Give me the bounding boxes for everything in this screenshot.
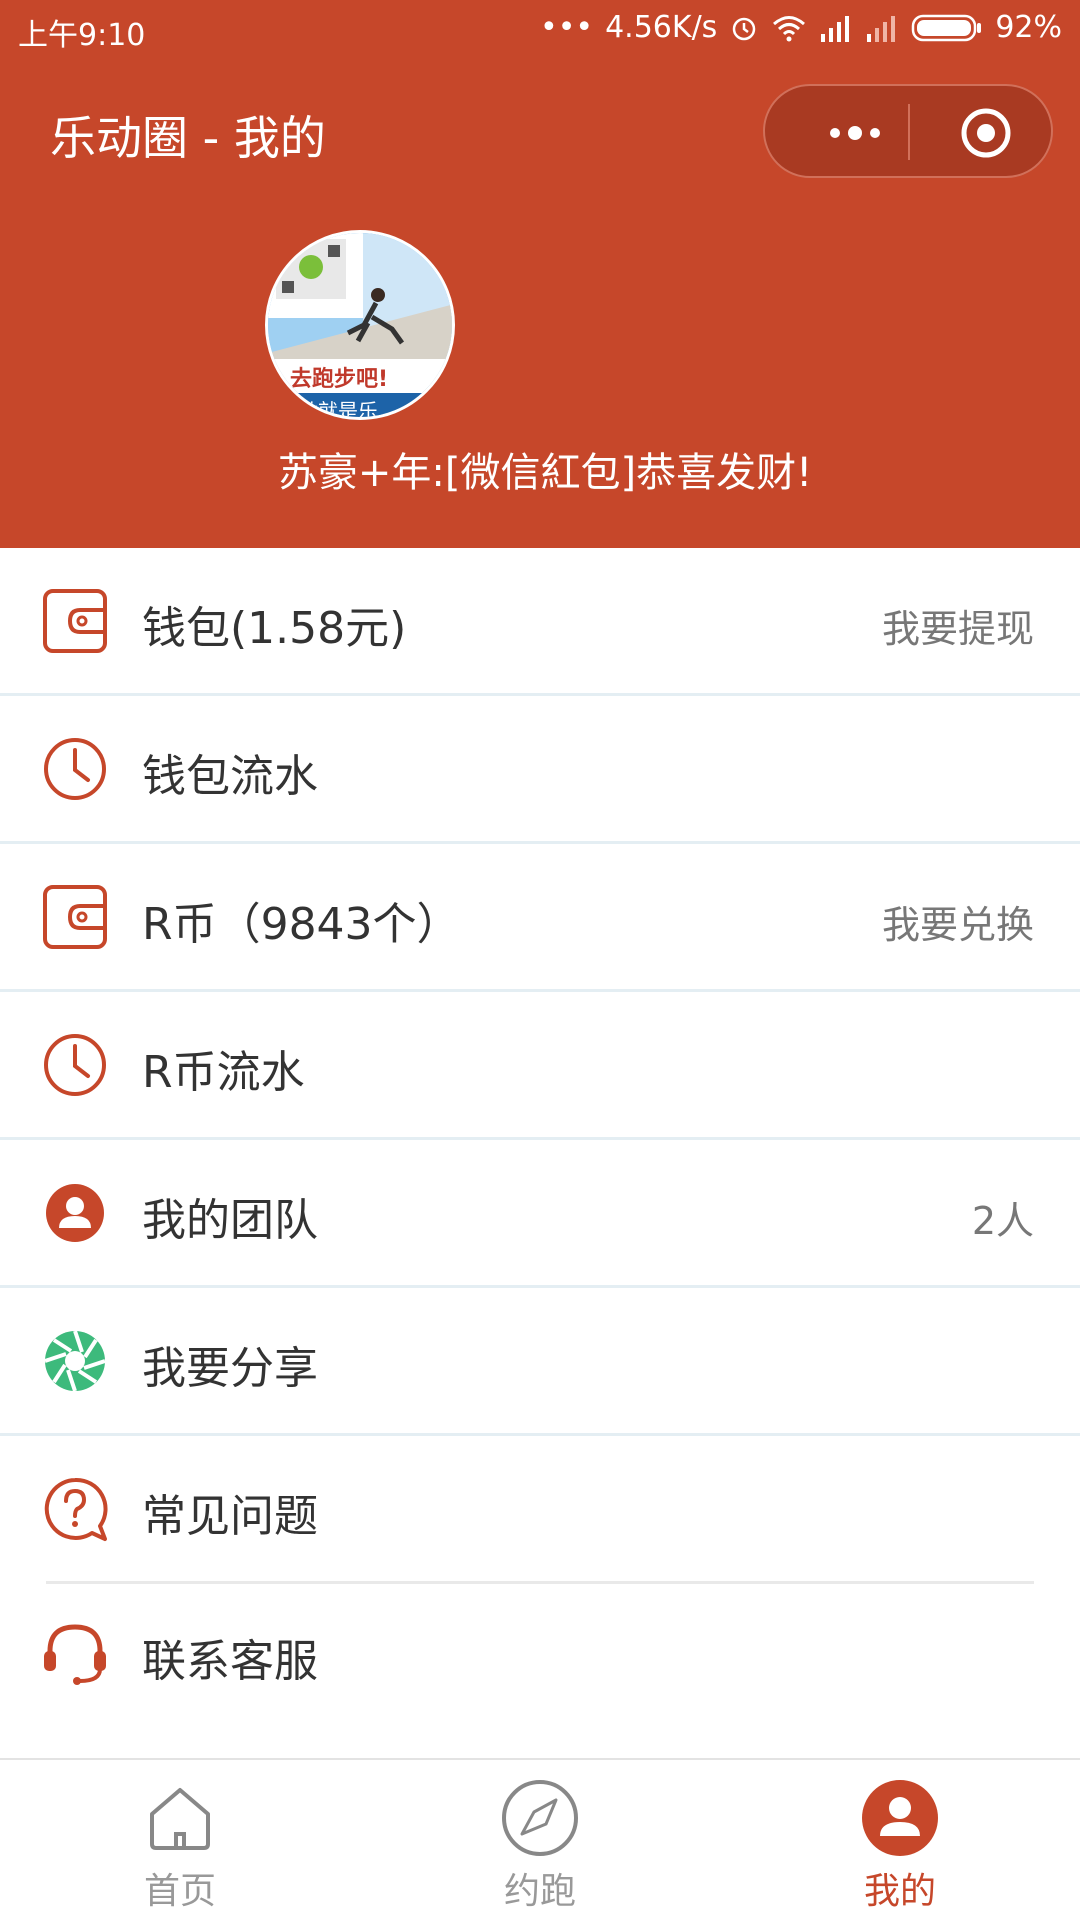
tab-label-mine: 我的 bbox=[863, 1871, 936, 1912]
signal-icon-2 bbox=[867, 15, 896, 42]
menu-item-rcoin-history[interactable]: R币流水 bbox=[0, 992, 1080, 1140]
tab-mine[interactable]: 我的 bbox=[800, 1760, 1000, 1922]
user-icon bbox=[46, 1184, 104, 1242]
share-shutter-icon bbox=[44, 1330, 106, 1392]
avatar[interactable]: 去跑步吧! 动就是乐 bbox=[265, 230, 455, 420]
battery-level: 92% bbox=[995, 10, 1062, 45]
menu-label-share: 我要分享 bbox=[142, 1343, 318, 1394]
menu-item-faq[interactable]: 常见问题 bbox=[0, 1436, 1080, 1584]
menu-item-wallet[interactable]: 钱包(1.58元) 我要提现 bbox=[0, 548, 1080, 696]
tab-running[interactable]: 约跑 bbox=[440, 1760, 640, 1922]
tab-label-running: 约跑 bbox=[503, 1871, 576, 1912]
menu-label-rcoin-history: R币流水 bbox=[142, 1047, 305, 1098]
capsule-divider bbox=[908, 104, 910, 160]
tab-bar: 首页 约跑 我的 bbox=[0, 1758, 1080, 1922]
wallet-icon bbox=[43, 885, 107, 949]
tab-label-home: 首页 bbox=[143, 1871, 216, 1912]
menu-item-wallet-history[interactable]: 钱包流水 bbox=[0, 696, 1080, 844]
close-miniprogram-icon[interactable] bbox=[959, 106, 1013, 160]
avatar-slogan: 去跑步吧! bbox=[290, 367, 389, 392]
clock-icon bbox=[44, 738, 106, 800]
compass-icon bbox=[502, 1780, 578, 1856]
battery-icon bbox=[912, 14, 982, 41]
alarm-icon bbox=[733, 17, 756, 40]
menu-label-wallet-history: 钱包流水 bbox=[142, 751, 318, 802]
question-bubble-icon bbox=[44, 1477, 108, 1541]
home-icon bbox=[150, 1788, 210, 1850]
menu-item-team[interactable]: 我的团队 2人 bbox=[0, 1140, 1080, 1288]
status-time: 上午9:10 bbox=[18, 18, 146, 53]
menu-label-rcoin: R币（9843个） bbox=[142, 899, 461, 950]
menu-label-faq: 常见问题 bbox=[142, 1491, 318, 1542]
menu-item-share[interactable]: 我要分享 bbox=[0, 1288, 1080, 1436]
wallet-icon bbox=[43, 589, 107, 653]
avatar-banner: 动就是乐 bbox=[298, 399, 378, 420]
clock-icon bbox=[44, 1034, 106, 1096]
more-dots-icon: ••• bbox=[540, 10, 594, 45]
network-speed: 4.56K/s bbox=[605, 10, 718, 45]
wifi-icon bbox=[773, 15, 806, 41]
menu-item-rcoin[interactable]: R币（9843个） 我要兑换 bbox=[0, 844, 1080, 992]
headset-icon bbox=[44, 1624, 106, 1685]
user-icon bbox=[862, 1780, 938, 1856]
more-menu-icon[interactable] bbox=[825, 118, 885, 148]
menu-label-wallet: 钱包(1.58元) bbox=[142, 603, 407, 654]
tab-home[interactable]: 首页 bbox=[80, 1760, 280, 1922]
team-count: 2人 bbox=[971, 1199, 1034, 1243]
exchange-link[interactable]: 我要兑换 bbox=[882, 894, 1034, 949]
page-title: 乐动圈 - 我的 bbox=[50, 111, 326, 165]
withdraw-link[interactable]: 我要提现 bbox=[882, 598, 1034, 653]
username: 苏豪+年:[微信紅包]恭喜发财! bbox=[277, 450, 813, 496]
status-bar: 上午9:10 ••• 4.56K/s 92% bbox=[0, 0, 1080, 62]
menu-item-support[interactable]: 联系客服 bbox=[0, 1581, 1080, 1726]
menu-label-support: 联系客服 bbox=[142, 1636, 318, 1687]
profile-header: 上午9:10 ••• 4.56K/s 92% 乐动圈 - 我的 去跑步吧! 动就… bbox=[0, 0, 1080, 548]
menu-label-team: 我的团队 bbox=[142, 1195, 318, 1246]
profile-menu: 钱包(1.58元) 我要提现 钱包流水 R币（9843个） 我要兑换 R币流水 bbox=[0, 548, 1080, 1726]
signal-icon bbox=[821, 15, 850, 42]
miniprogram-capsule bbox=[763, 84, 1053, 178]
